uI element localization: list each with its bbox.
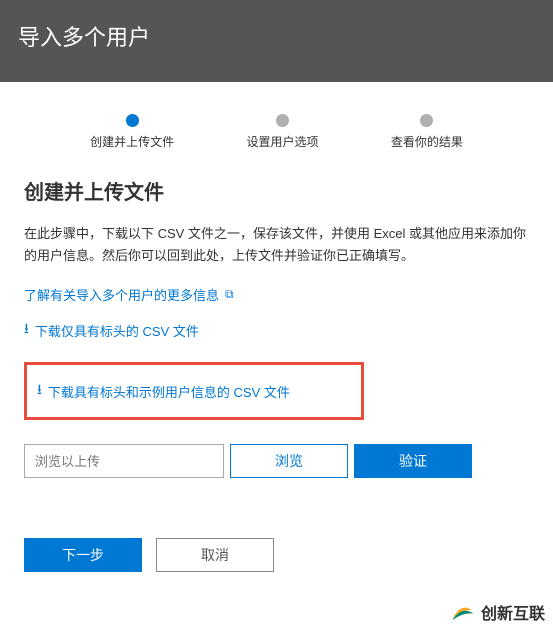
external-link-icon: ⧉ [225,287,234,302]
step-label: 查看你的结果 [391,133,463,150]
download-icon: ⭳ [37,379,42,403]
step-dot-active [126,114,139,127]
highlighted-link-box: ⭳ 下载具有标头和示例用户信息的 CSV 文件 [24,362,364,420]
next-button[interactable]: 下一步 [24,538,142,572]
step-label: 设置用户选项 [246,133,318,150]
content-area: 创建并上传文件 设置用户选项 查看你的结果 创建并上传文件 在此步骤中，下载以下… [0,82,553,631]
section-title: 创建并上传文件 [24,176,529,205]
action-row: 下一步 取消 [24,538,529,572]
link-text: 了解有关导入多个用户的更多信息 [24,285,219,304]
step-dot-inactive [420,114,433,127]
step-dot-inactive [276,114,289,127]
watermark: 创新互联 [449,599,545,625]
link-text: 下载具有标头和示例用户信息的 CSV 文件 [48,382,290,401]
page-title: 导入多个用户 [18,20,150,52]
watermark-text: 创新互联 [481,600,545,624]
page-header: 导入多个用户 [0,0,553,82]
step-set-options: 设置用户选项 [246,114,318,150]
download-headers-link[interactable]: ⭳ 下载仅具有标头的 CSV 文件 [24,318,199,342]
step-create-upload: 创建并上传文件 [90,114,174,150]
download-icon: ⭳ [24,318,29,342]
file-upload-row: 浏览 验证 [24,444,529,478]
validate-button[interactable]: 验证 [354,444,472,478]
browse-button[interactable]: 浏览 [230,444,348,478]
learn-more-link[interactable]: 了解有关导入多个用户的更多信息 ⧉ [24,285,234,304]
link-text: 下载仅具有标头的 CSV 文件 [35,321,199,340]
download-sample-link[interactable]: ⭳ 下载具有标头和示例用户信息的 CSV 文件 [37,379,290,403]
cancel-button[interactable]: 取消 [156,538,274,572]
step-view-results: 查看你的结果 [391,114,463,150]
stepper: 创建并上传文件 设置用户选项 查看你的结果 [24,96,529,158]
step-label: 创建并上传文件 [90,133,174,150]
file-path-input[interactable] [24,444,224,478]
watermark-icon [449,599,475,625]
section-description: 在此步骤中，下载以下 CSV 文件之一，保存该文件，并使用 Excel 或其他应… [24,223,529,267]
